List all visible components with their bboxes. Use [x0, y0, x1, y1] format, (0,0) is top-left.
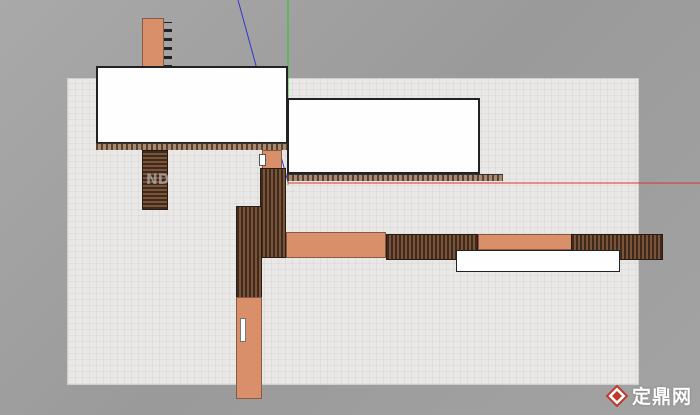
white-notch	[259, 154, 266, 166]
diamond-logo-icon	[605, 384, 628, 407]
right-building[interactable]	[287, 98, 480, 174]
faint-watermark: ND	[146, 172, 170, 188]
terracotta-path-horizontal[interactable]	[286, 232, 386, 258]
watermark-text: 定鼎网	[631, 386, 692, 408]
white-planter[interactable]	[456, 250, 620, 272]
model-axes	[237, 0, 700, 185]
wood-walkway-lower[interactable]	[236, 206, 262, 298]
upper-left-ledge	[96, 143, 288, 150]
tower-dots	[164, 22, 172, 68]
site-watermark: 定鼎网	[605, 382, 692, 409]
terracotta-path-mid[interactable]	[478, 234, 572, 250]
tower-column[interactable]	[142, 18, 164, 68]
right-ledge	[287, 174, 503, 181]
terracotta-path-vertical[interactable]	[236, 297, 262, 399]
white-slit	[240, 318, 246, 342]
upper-left-building[interactable]	[96, 66, 288, 144]
wood-walkway-vertical[interactable]	[260, 168, 286, 258]
